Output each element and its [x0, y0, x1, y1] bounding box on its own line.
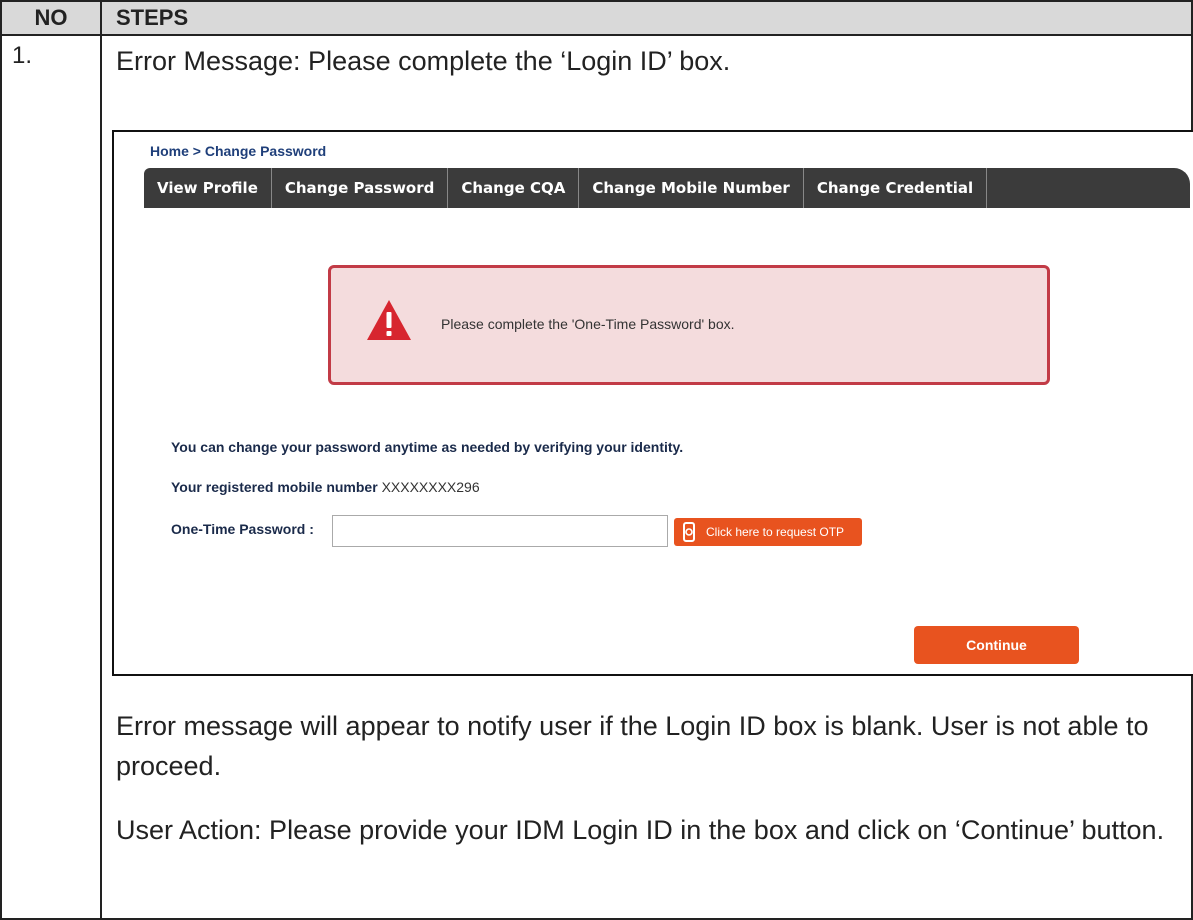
request-otp-button[interactable]: Click here to request OTP — [674, 518, 862, 546]
header-steps: STEPS — [100, 0, 1193, 36]
mobile-label: Your registered mobile number — [171, 479, 378, 495]
steps-table: NO STEPS 1. Error Message: Please comple… — [0, 0, 1193, 920]
breadcrumb[interactable]: Home > Change Password — [150, 143, 326, 159]
tab-view-profile[interactable]: View Profile — [144, 168, 272, 208]
header-no: NO — [0, 0, 102, 36]
tab-change-credential[interactable]: Change Credential — [804, 168, 988, 208]
step-number: 1. — [0, 34, 102, 920]
alert-message: Please complete the 'One-Time Password' … — [441, 316, 735, 332]
tab-change-password[interactable]: Change Password — [272, 168, 449, 208]
embedded-screenshot: Home > Change Password View Profile Chan… — [112, 130, 1193, 676]
error-alert: Please complete the 'One-Time Password' … — [328, 265, 1050, 385]
info-text: You can change your password anytime as … — [171, 439, 684, 455]
warning-icon — [367, 300, 411, 340]
phone-icon — [678, 521, 700, 543]
step-cell: Error Message: Please complete the ‘Logi… — [100, 34, 1193, 920]
otp-label: One-Time Password : — [171, 521, 314, 537]
mobile-number-line: Your registered mobile number XXXXXXXX29… — [171, 479, 480, 495]
otp-input[interactable] — [332, 515, 668, 547]
request-otp-label: Click here to request OTP — [706, 525, 845, 539]
content-area: Please complete the 'One-Time Password' … — [144, 208, 1190, 672]
continue-button[interactable]: Continue — [914, 626, 1079, 664]
table-row: 1. Error Message: Please complete the ‘L… — [0, 34, 1193, 920]
tab-change-cqa[interactable]: Change CQA — [448, 168, 580, 208]
mobile-value: XXXXXXXX296 — [381, 479, 480, 495]
user-action-text: User Action: Please provide your IDM Log… — [116, 815, 1165, 845]
step-title: Error Message: Please complete the ‘Logi… — [116, 46, 731, 76]
table-header-row: NO STEPS — [0, 0, 1193, 36]
step-description: Error message will appear to notify user… — [116, 711, 1149, 781]
tab-change-mobile-number[interactable]: Change Mobile Number — [579, 168, 804, 208]
profile-tab-bar: View Profile Change Password Change CQA … — [144, 168, 1190, 208]
